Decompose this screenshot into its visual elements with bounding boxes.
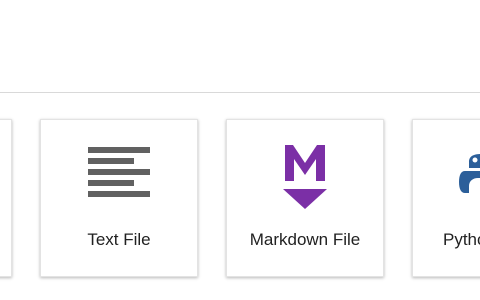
python-file-card[interactable]: Python File — [412, 119, 480, 277]
markdown-file-card[interactable]: Markdown File — [226, 119, 384, 277]
markdown-icon — [227, 136, 383, 216]
card-label: Text File — [87, 230, 151, 249]
python-icon — [413, 136, 480, 216]
card-label: Markdown File — [249, 230, 361, 249]
text-file-icon — [41, 136, 197, 216]
text-file-card[interactable]: Text File — [40, 119, 198, 277]
launcher-header-area — [0, 0, 480, 92]
launcher-card-partial[interactable] — [0, 119, 12, 277]
card-label: Python File — [443, 230, 480, 249]
launcher-card-row: Text File Markdown File Python File — [0, 93, 480, 300]
